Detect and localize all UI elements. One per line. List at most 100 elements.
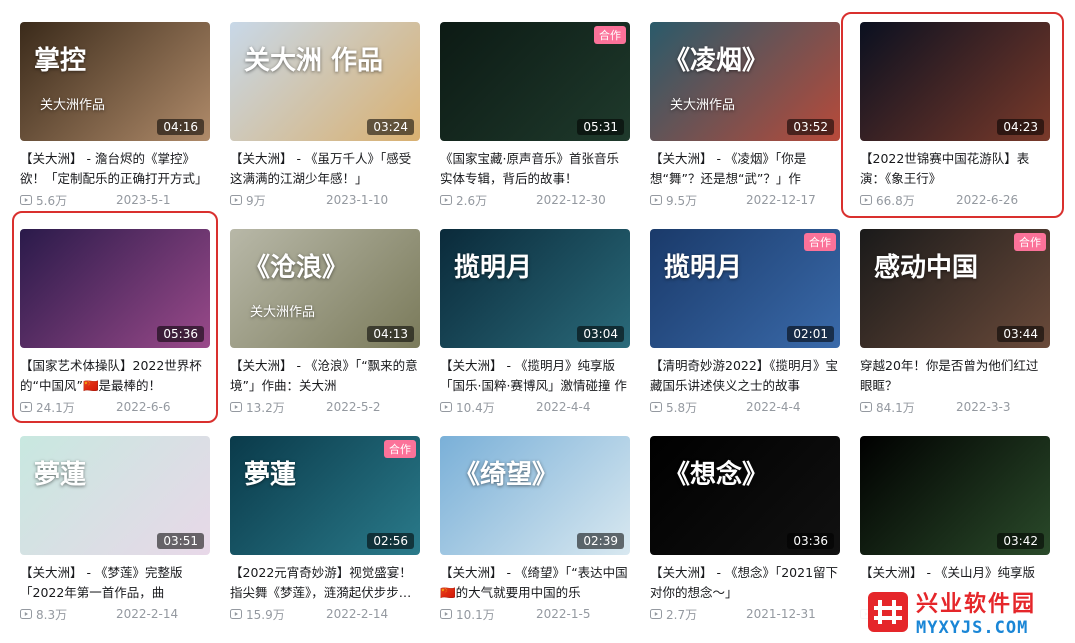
video-duration: 03:04	[577, 326, 624, 342]
view-count: 66.8万	[876, 193, 915, 208]
video-thumbnail[interactable]: 合作 05:31	[440, 22, 630, 141]
video-card[interactable]: 夢蓮 合作 02:56 【2022元宵奇妙游】视觉盛宴！指尖舞《梦莲》，涟漪起伏步步生…	[230, 436, 420, 643]
video-card[interactable]: 《凌烟》 关大洲作品 03:52 【关大洲】 - 《凌烟》「你是想“舞”？还是想“武”…	[650, 22, 840, 229]
video-thumbnail[interactable]: 《凌烟》 关大洲作品 03:52	[650, 22, 840, 141]
video-meta: 15.9万 2022-2-14	[230, 605, 420, 623]
view-count: 24.1万	[36, 400, 75, 415]
video-title[interactable]: 【关大洲】 - 《虽万千人》「感受这满满的江湖少年感！」	[230, 149, 420, 189]
video-thumbnail[interactable]: 夢蓮 合作 02:56	[230, 436, 420, 555]
video-card[interactable]: 《想念》 03:36 【关大洲】 - 《想念》「2021留下对你的想念～」 2.7万 2…	[650, 436, 840, 643]
video-title[interactable]: 【关大洲】 - 《揽明月》纯享版「国乐·国粹·赛博风」激情碰撞 作	[440, 356, 630, 396]
view-count: 9.5万	[666, 193, 698, 208]
view-count: 10.1万	[456, 607, 495, 622]
video-title[interactable]: 【关大洲】 - 《凌烟》「你是想“舞”？还是想“武”？」作	[650, 149, 840, 189]
watermark: 兴业软件园 MYXYJS.COM	[860, 581, 1075, 643]
video-duration: 02:56	[367, 533, 414, 549]
publish-date: 2022-6-26	[956, 193, 1019, 207]
video-meta: 2.6万 2022-12-30	[440, 191, 630, 209]
video-title[interactable]: 【2022世锦赛中国花游队】表演：《象王行》	[860, 149, 1050, 189]
play-count-icon	[860, 402, 872, 412]
thumbnail-subtitle-text: 关大洲作品	[40, 98, 106, 113]
video-card[interactable]: 04:23 【2022世锦赛中国花游队】表演：《象王行》 66.8万 2022-6-2…	[860, 22, 1050, 229]
collab-badge: 合作	[594, 26, 626, 44]
thumbnail-subtitle-text: 关大洲作品	[670, 98, 736, 113]
video-duration: 05:36	[157, 326, 204, 342]
thumbnail-title-text: 揽明月	[664, 253, 743, 283]
video-duration: 02:01	[787, 326, 834, 342]
video-thumbnail[interactable]: 揽明月 03:04	[440, 229, 630, 348]
video-title[interactable]: 【关大洲】 - 《沧浪》「“飘来的意境”」作曲：关大洲	[230, 356, 420, 396]
play-count-icon	[230, 195, 242, 205]
publish-date: 2021-12-31	[746, 607, 816, 621]
publish-date: 2023-1-10	[326, 193, 389, 207]
publish-date: 2022-4-4	[536, 400, 591, 414]
video-thumbnail[interactable]: 《沧浪》 关大洲作品 04:13	[230, 229, 420, 348]
publish-date: 2022-1-5	[536, 607, 591, 621]
video-card[interactable]: 掌控关大洲作品 04:16 【关大洲】 - 澹台烬的《掌控》欲！「定制配乐的正确打开…	[20, 22, 210, 229]
thumbnail-title-text: 掌控	[34, 46, 87, 76]
view-count: 15.9万	[246, 607, 285, 622]
video-duration: 03:36	[787, 533, 834, 549]
thumbnail-title-text: 感动中国	[874, 253, 979, 283]
video-thumbnail[interactable]: 感动中国 合作 03:44	[860, 229, 1050, 348]
thumbnail-title-text: 《想念》	[664, 460, 769, 490]
video-card[interactable]: 《绮望》 02:39 【关大洲】 - 《绮望》「“表达中国🇨🇳的大气就要用中国的乐 1…	[440, 436, 630, 643]
play-count-icon	[230, 609, 242, 619]
video-title[interactable]: 【清明奇妙游2022】《揽明月》宝藏国乐讲述侠义之士的故事	[650, 356, 840, 396]
watermark-cn: 兴业软件园	[916, 592, 1037, 617]
video-card[interactable]: 《沧浪》 关大洲作品 04:13 【关大洲】 - 《沧浪》「“飘来的意境”」作曲：关大…	[230, 229, 420, 436]
view-count: 5.6万	[36, 193, 68, 208]
video-duration: 04:16	[157, 119, 204, 135]
view-count: 2.6万	[456, 193, 488, 208]
video-thumbnail[interactable]: 《绮望》 02:39	[440, 436, 630, 555]
video-title[interactable]: 《国家宝藏·原声音乐》首张音乐实体专辑，背后的故事！	[440, 149, 630, 189]
video-duration: 03:24	[367, 119, 414, 135]
video-card[interactable]: 合作 05:31 《国家宝藏·原声音乐》首张音乐实体专辑，背后的故事！ 2.6万 202…	[440, 22, 630, 229]
video-meta: 8.3万 2022-2-14	[20, 605, 210, 623]
video-duration: 04:23	[997, 119, 1044, 135]
view-count: 2.7万	[666, 607, 698, 622]
publish-date: 2022-12-17	[746, 193, 816, 207]
video-thumbnail[interactable]: 夢蓮 03:51	[20, 436, 210, 555]
video-card[interactable]: 揽明月 合作 02:01 【清明奇妙游2022】《揽明月》宝藏国乐讲述侠义之士的故事 5…	[650, 229, 840, 436]
video-duration: 03:42	[997, 533, 1044, 549]
video-title[interactable]: 【关大洲】 - 《想念》「2021留下对你的想念～」	[650, 563, 840, 603]
play-count-icon	[440, 195, 452, 205]
video-card[interactable]: 关大洲 作品 03:24 【关大洲】 - 《虽万千人》「感受这满满的江湖少年感！」 9…	[230, 22, 420, 229]
video-title[interactable]: 【国家艺术体操队】2022世界杯的“中国风”🇨🇳是最棒的！	[20, 356, 210, 396]
video-meta: 5.6万 2023-5-1	[20, 191, 210, 209]
video-card[interactable]: 揽明月 03:04 【关大洲】 - 《揽明月》纯享版「国乐·国粹·赛博风」激情碰撞 …	[440, 229, 630, 436]
thumbnail-title-text: 《绮望》	[454, 460, 559, 490]
video-card[interactable]: 感动中国 合作 03:44 穿越20年！你是否曾为他们红过眼眶？ 84.1万 2022-3…	[860, 229, 1050, 436]
video-thumbnail[interactable]: 03:42	[860, 436, 1050, 555]
publish-date: 2022-2-14	[326, 607, 389, 621]
video-title[interactable]: 穿越20年！你是否曾为他们红过眼眶？	[860, 356, 1050, 396]
video-card[interactable]: 05:36 【国家艺术体操队】2022世界杯的“中国风”🇨🇳是最棒的！ 24.1万 2…	[20, 229, 210, 436]
video-duration: 03:44	[997, 326, 1044, 342]
video-thumbnail[interactable]: 05:36	[20, 229, 210, 348]
collab-badge: 合作	[384, 440, 416, 458]
video-meta: 10.4万 2022-4-4	[440, 398, 630, 416]
publish-date: 2022-12-30	[536, 193, 606, 207]
watermark-en: MYXYJS.COM	[916, 618, 1029, 638]
video-thumbnail[interactable]: 《想念》 03:36	[650, 436, 840, 555]
video-duration: 02:39	[577, 533, 624, 549]
video-thumbnail[interactable]: 关大洲 作品 03:24	[230, 22, 420, 141]
video-meta: 84.1万 2022-3-3	[860, 398, 1050, 416]
thumbnail-title-text: 夢蓮	[34, 460, 87, 490]
video-card[interactable]: 夢蓮 03:51 【关大洲】 - 《梦莲》完整版「2022年第一首作品，曲 8.3万 2…	[20, 436, 210, 643]
view-count: 13.2万	[246, 400, 285, 415]
video-duration: 03:52	[787, 119, 834, 135]
video-meta: 13.2万 2022-5-2	[230, 398, 420, 416]
video-title[interactable]: 【关大洲】 - 澹台烬的《掌控》欲！「定制配乐的正确打开方式」	[20, 149, 210, 189]
video-meta: 10.1万 2022-1-5	[440, 605, 630, 623]
video-thumbnail[interactable]: 掌控关大洲作品 04:16	[20, 22, 210, 141]
video-meta: 9.5万 2022-12-17	[650, 191, 840, 209]
video-title[interactable]: 【关大洲】 - 《梦莲》完整版「2022年第一首作品，曲	[20, 563, 210, 603]
video-title[interactable]: 【2022元宵奇妙游】视觉盛宴！指尖舞《梦莲》，涟漪起伏步步生莲	[230, 563, 420, 603]
video-title[interactable]: 【关大洲】 - 《绮望》「“表达中国🇨🇳的大气就要用中国的乐	[440, 563, 630, 603]
video-thumbnail[interactable]: 04:23	[860, 22, 1050, 141]
video-thumbnail[interactable]: 揽明月 合作 02:01	[650, 229, 840, 348]
video-meta: 5.8万 2022-4-4	[650, 398, 840, 416]
play-count-icon	[440, 609, 452, 619]
